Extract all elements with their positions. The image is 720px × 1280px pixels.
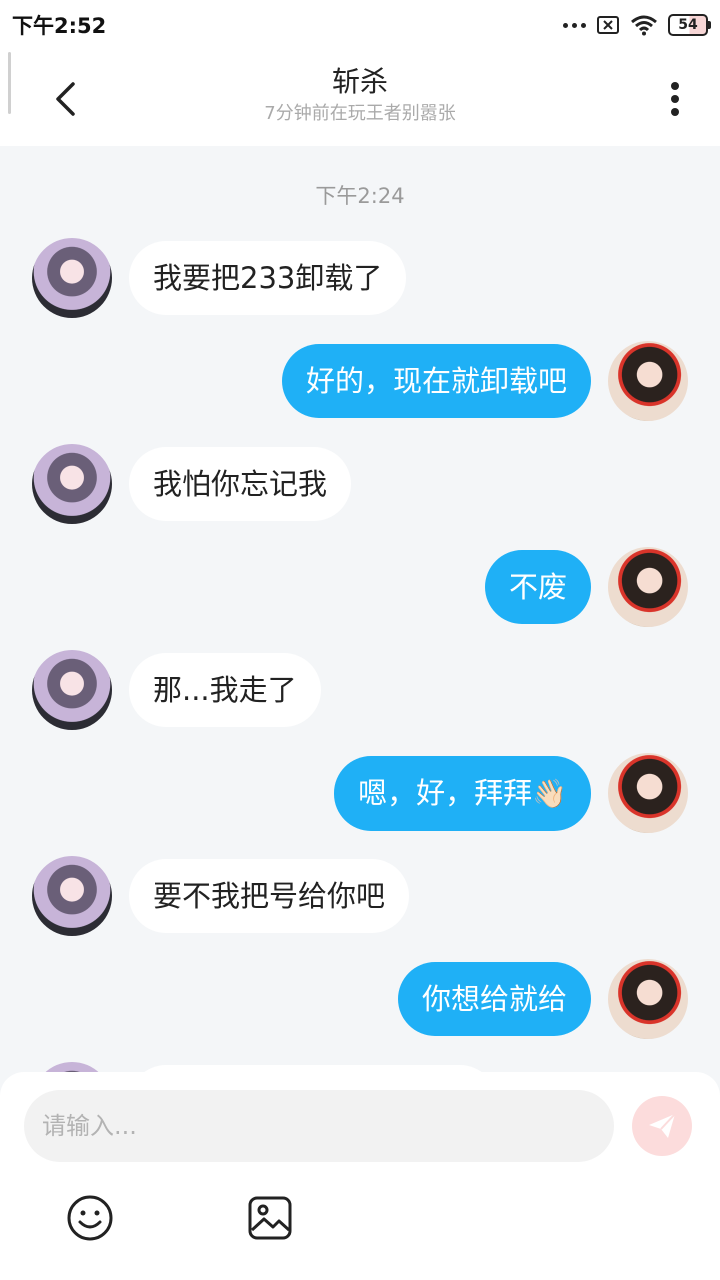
contact-avatar[interactable] <box>32 650 112 730</box>
message-row-incoming: 我怕你忘记我 <box>32 444 352 524</box>
notification-dots-icon <box>563 22 586 28</box>
no-sim-icon <box>597 16 619 34</box>
image-button[interactable] <box>244 1192 296 1244</box>
chat-header: 斩杀 7分钟前在玩王者别嚣张 <box>0 50 720 146</box>
page-subtitle: 7分钟前在玩王者别嚣张 <box>264 103 456 124</box>
send-icon <box>649 1113 676 1138</box>
message-bubble[interactable]: 我要把233卸载了 <box>129 241 407 315</box>
message-row-outgoing: 你想给就给 <box>397 959 688 1039</box>
chat-area[interactable]: 下午2:24 我要把233卸载了 好的，现在就卸载吧 我怕你忘记我 不废 那..… <box>0 146 720 1080</box>
my-avatar[interactable] <box>608 341 688 421</box>
message-bubble[interactable]: 嗯，好，拜拜👋🏻 <box>334 755 591 831</box>
send-button[interactable] <box>632 1096 692 1156</box>
message-bubble[interactable]: 我怕你忘记我 <box>129 447 352 521</box>
waving-hand-emoji: 👋🏻 <box>532 776 567 810</box>
message-row-outgoing: 不废 <box>484 547 688 627</box>
message-row-incoming: 那...我走了 <box>32 650 321 730</box>
more-options-button[interactable] <box>650 74 700 124</box>
back-button[interactable] <box>40 74 90 124</box>
contact-avatar[interactable] <box>32 238 112 318</box>
edge-handle <box>8 52 11 114</box>
header-title-group: 斩杀 7分钟前在玩王者别嚣张 <box>160 64 560 126</box>
battery-icon: 54 <box>668 14 711 36</box>
message-bubble[interactable]: 要不我把号给你吧 <box>129 859 410 933</box>
emoji-icon <box>67 1195 113 1241</box>
status-bar: 下午2:52 54 <box>0 0 720 50</box>
message-input[interactable] <box>24 1090 614 1162</box>
page-title: 斩杀 <box>331 65 388 98</box>
wifi-icon <box>631 15 657 36</box>
message-bubble[interactable]: 好的，现在就卸载吧 <box>281 344 591 418</box>
my-avatar[interactable] <box>608 547 688 627</box>
emoji-button[interactable] <box>64 1192 116 1244</box>
my-avatar[interactable] <box>608 753 688 833</box>
message-bubble[interactable]: 你想给就给 <box>397 962 591 1036</box>
status-icons: 54 <box>563 14 711 36</box>
message-text: 嗯，好，拜拜 <box>358 775 533 810</box>
contact-avatar[interactable] <box>32 444 112 524</box>
message-row-incoming: 要不我把号给你吧 <box>32 856 410 936</box>
more-vertical-icon <box>671 82 679 116</box>
message-bubble[interactable]: 那...我走了 <box>129 653 321 727</box>
my-avatar[interactable] <box>608 959 688 1039</box>
chat-timestamp: 下午2:24 <box>315 184 405 208</box>
back-chevron-icon <box>56 82 75 116</box>
status-time: 下午2:52 <box>12 14 107 38</box>
contact-avatar[interactable] <box>32 856 112 936</box>
image-icon <box>248 1196 292 1240</box>
message-row-incoming: 我要把233卸载了 <box>32 238 407 318</box>
message-bubble[interactable]: 不废 <box>484 550 591 624</box>
message-row-outgoing: 嗯，好，拜拜👋🏻 <box>334 753 688 833</box>
message-row-outgoing: 好的，现在就卸载吧 <box>281 341 688 421</box>
message-composer <box>0 1072 720 1280</box>
